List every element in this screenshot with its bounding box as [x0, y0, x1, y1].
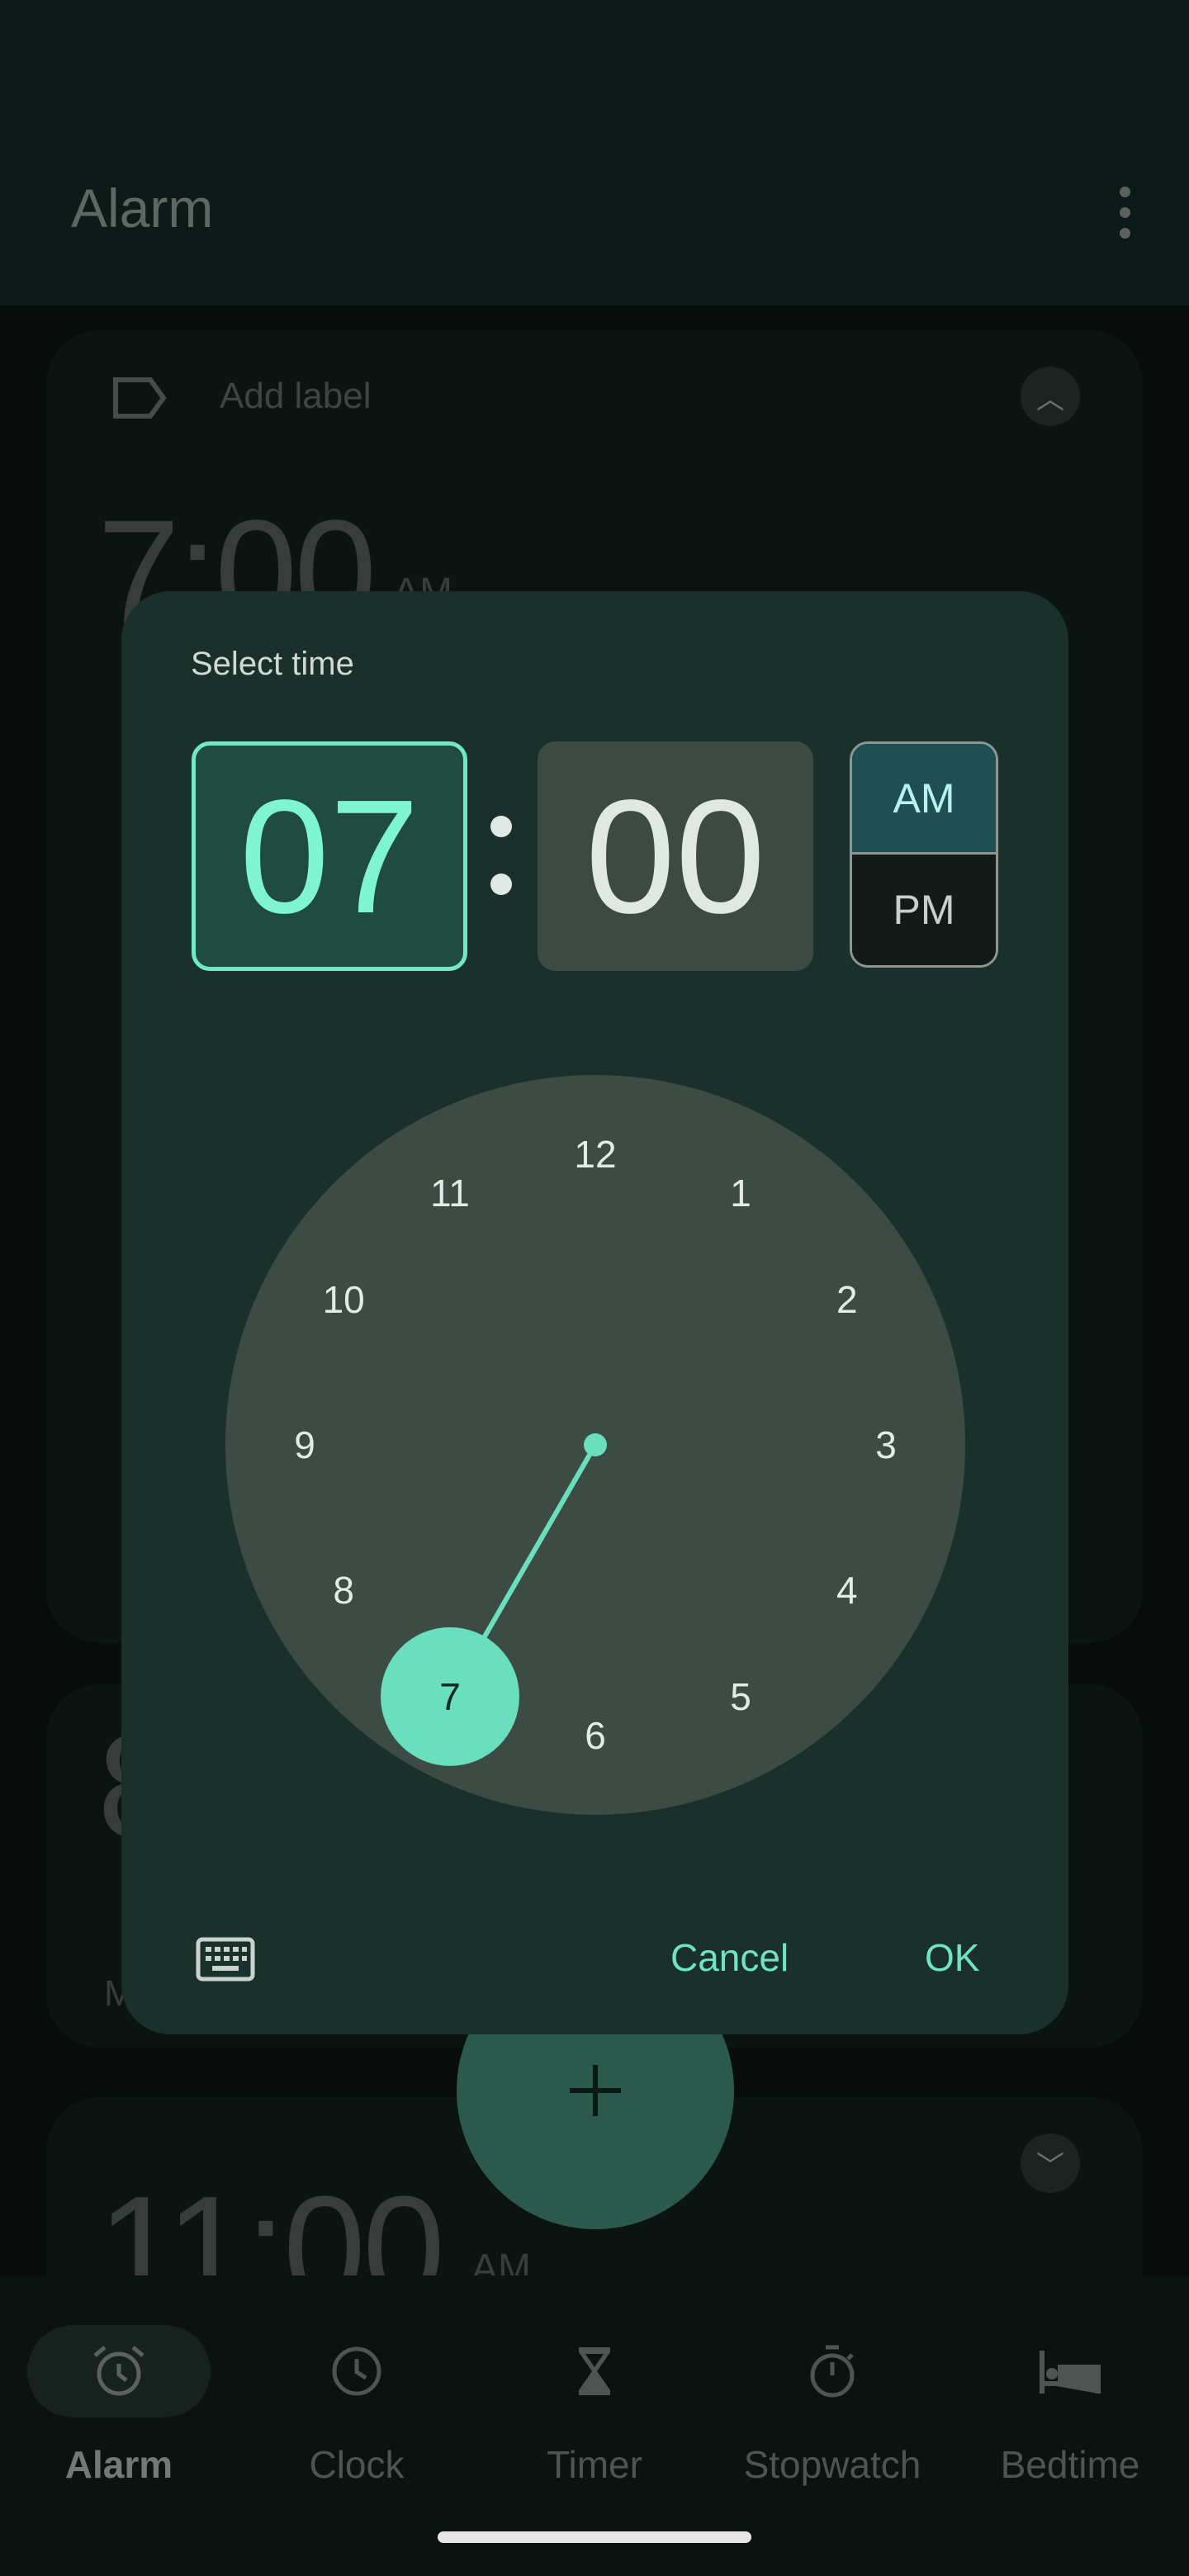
dial-number-8[interactable]: 8 — [306, 1561, 381, 1619]
add-label[interactable]: Add label — [220, 376, 371, 417]
cancel-button[interactable]: Cancel — [670, 1935, 789, 1980]
dial-number-3[interactable]: 3 — [849, 1416, 923, 1474]
label-icon — [113, 377, 167, 419]
nav-stopwatch[interactable]: Stopwatch — [713, 2275, 951, 2490]
time-separator — [485, 740, 518, 971]
chevron-up-icon[interactable]: ︿ — [1021, 367, 1080, 426]
am-toggle[interactable]: AM — [852, 744, 996, 855]
alarm-icon — [27, 2325, 211, 2417]
nav-bedtime[interactable]: Bedtime — [951, 2275, 1189, 2490]
bottom-navigation: Alarm Clock Timer Stopwatch Bedtime — [0, 2275, 1189, 2576]
minute-field[interactable]: 00 — [538, 741, 813, 971]
hand-center-dot — [584, 1433, 607, 1456]
clock-dial[interactable]: 12 1 2 3 4 5 6 7 8 9 10 11 — [225, 1075, 965, 1815]
period-selector: AM PM — [850, 741, 998, 968]
chevron-down-icon[interactable]: ﹀ — [1021, 2133, 1080, 2193]
hourglass-icon — [503, 2325, 686, 2417]
dialog-title: Select time — [191, 646, 354, 682]
ok-button[interactable]: OK — [925, 1935, 979, 1980]
nav-clock[interactable]: Clock — [238, 2275, 476, 2490]
dial-number-4[interactable]: 4 — [810, 1561, 884, 1619]
dial-number-10[interactable]: 10 — [306, 1271, 381, 1328]
plus-icon — [570, 2065, 621, 2116]
hour-field[interactable]: 07 — [192, 741, 467, 971]
clock-icon — [265, 2325, 448, 2417]
pm-toggle[interactable]: PM — [852, 855, 996, 965]
time-picker-dialog: Select time 07 00 AM PM 12 1 2 3 4 5 6 7 8 9 10 11 … — [121, 591, 1068, 2034]
stopwatch-icon — [741, 2325, 924, 2417]
dial-number-12[interactable]: 12 — [558, 1125, 632, 1183]
dial-number-1[interactable]: 1 — [703, 1164, 778, 1222]
nav-alarm[interactable]: Alarm — [0, 2275, 238, 2490]
bed-icon — [978, 2325, 1162, 2417]
more-vert-icon[interactable] — [1115, 187, 1135, 239]
dial-number-5[interactable]: 5 — [703, 1668, 778, 1726]
nav-timer[interactable]: Timer — [476, 2275, 713, 2490]
dial-number-9[interactable]: 9 — [268, 1416, 342, 1474]
page-title: Alarm — [71, 178, 214, 239]
dial-number-6[interactable]: 6 — [558, 1707, 632, 1764]
app-header: Alarm — [0, 0, 1189, 305]
dial-number-7[interactable]: 7 — [413, 1668, 487, 1726]
dial-number-11[interactable]: 11 — [413, 1164, 487, 1222]
dial-number-2[interactable]: 2 — [810, 1271, 884, 1328]
keyboard-icon[interactable] — [196, 1937, 255, 1982]
home-indicator[interactable] — [438, 2531, 751, 2543]
